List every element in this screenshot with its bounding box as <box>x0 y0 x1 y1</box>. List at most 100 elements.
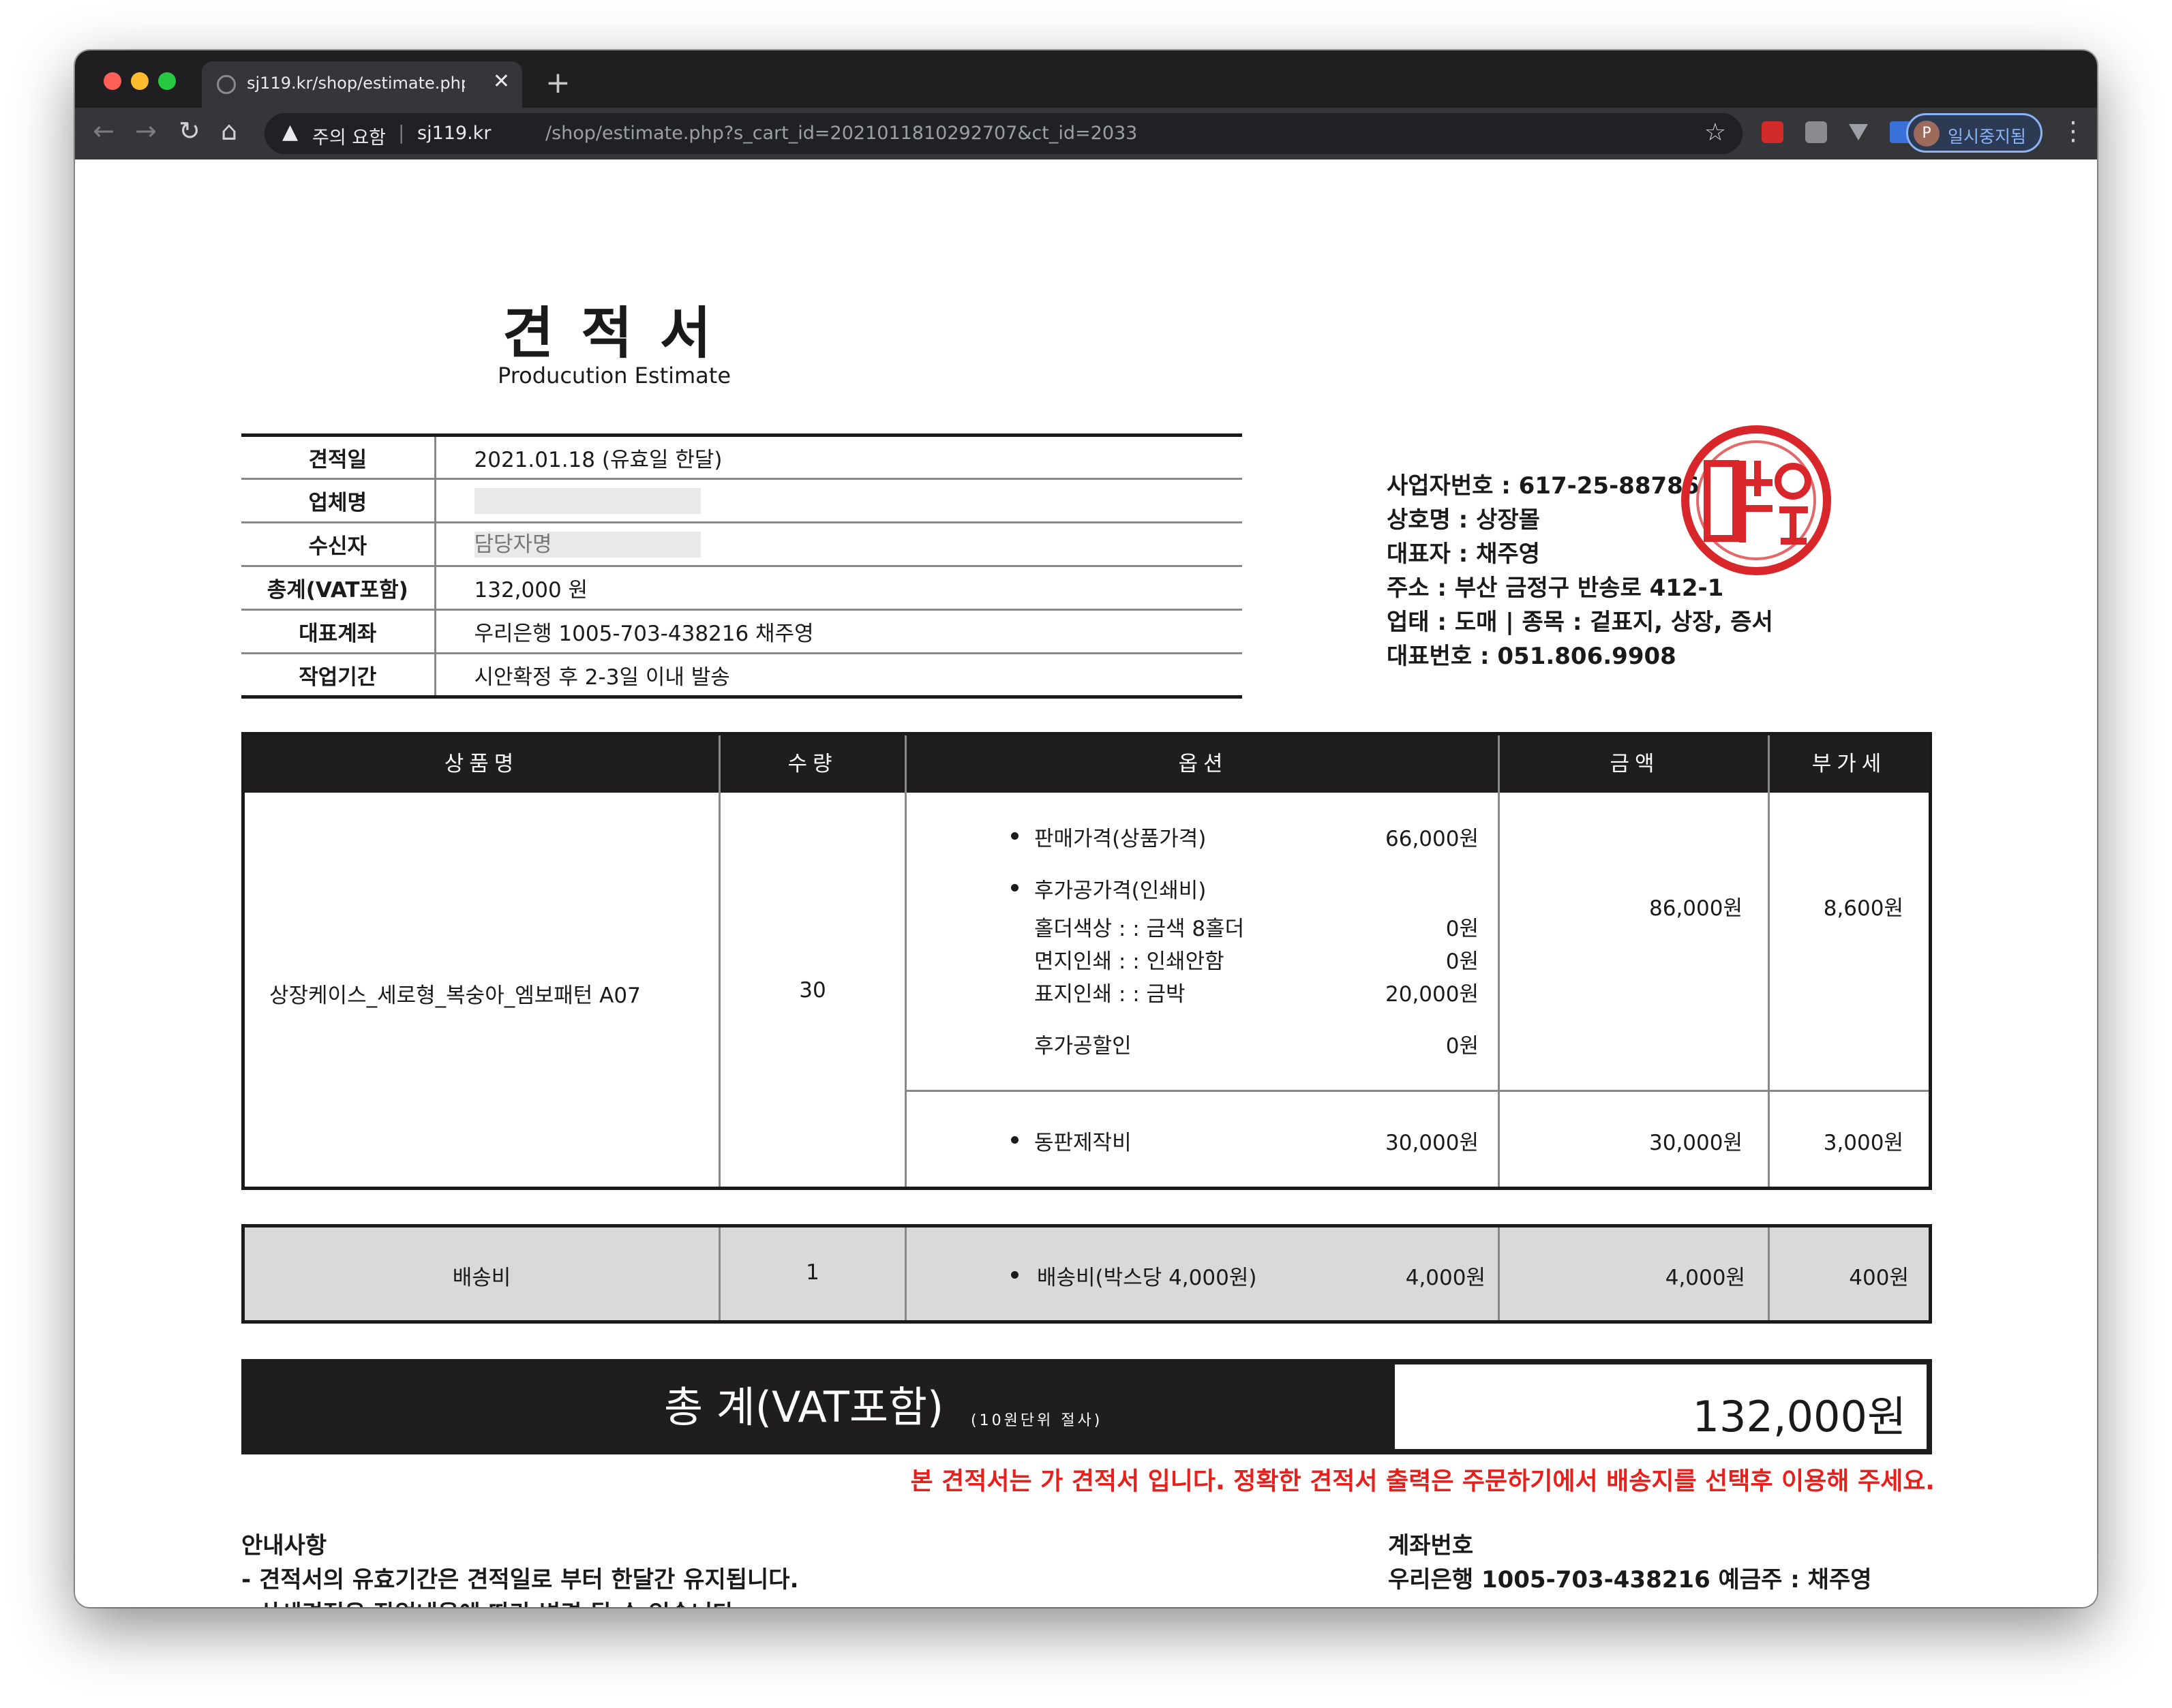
bullet-icon <box>1011 1136 1019 1144</box>
shipping-amount: 4,000원 <box>1665 1266 1745 1290</box>
product-name: 상장케이스_세로형_복숭아_엠보패턴 A07 <box>269 983 641 1008</box>
info-label: 견적일 <box>241 435 436 480</box>
guide-title: 안내사항 <box>241 1532 327 1559</box>
tab-strip: sj119.kr/shop/estimate.php?s_c ✕ + <box>75 50 2097 108</box>
business-type: 업태 : 도매 | 종목 : 겉표지, 상장, 증서 <box>1387 609 1773 636</box>
page-subtitle: Producution Estimate <box>497 363 731 388</box>
main-vat: 8,600원 <box>1823 896 1903 921</box>
info-label: 총계(VAT포함) <box>241 566 436 611</box>
shipping-vat: 400원 <box>1849 1266 1909 1290</box>
bullet-icon <box>1011 832 1019 840</box>
shipping-option-label: 배송비(박스당 4,000원) <box>1037 1266 1257 1290</box>
zoom-window-button[interactable] <box>158 72 176 90</box>
bookmark-star-icon[interactable]: ☆ <box>1704 119 1726 147</box>
info-label: 작업기간 <box>241 653 436 697</box>
kebab-menu-icon[interactable]: ⋮ <box>2060 116 2086 146</box>
main-amount: 86,000원 <box>1649 896 1743 921</box>
shipping-option-price: 4,000원 <box>1405 1266 1485 1290</box>
plate-vat: 3,000원 <box>1823 1131 1903 1155</box>
close-tab-icon[interactable]: ✕ <box>493 70 510 93</box>
header-vat: 부가세 <box>1811 752 1887 776</box>
profile-status-label: 일시중지됨 <box>1948 127 2027 147</box>
table-row: 업체명 <box>241 478 1242 523</box>
total-label: 총 계(VAT포함) <box>664 1382 944 1432</box>
shipping-label: 배송비 <box>452 1266 511 1290</box>
new-tab-button[interactable]: + <box>545 65 571 100</box>
option-sale-price: 66,000원 <box>1385 827 1479 851</box>
shipping-row: 배송비 1 배송비(박스당 4,000원) 4,000원 4,000원 400원 <box>241 1224 1932 1324</box>
info-value: 우리은행 1005-703-438216 채주영 <box>435 609 1242 654</box>
estimate-info-table: 견적일 2021.01.18 (유효일 한달) 업체명 수신자 담당자명 총계(… <box>241 433 1242 699</box>
back-arrow-icon[interactable]: ← <box>93 116 115 146</box>
info-label: 수신자 <box>241 522 436 567</box>
browser-window: sj119.kr/shop/estimate.php?s_c ✕ + ← → ↻… <box>75 50 2097 1607</box>
option-sale-price-label: 판매가격(상품가격) <box>1034 827 1207 851</box>
items-table-header: 상품명 수량 옵션 금액 부가세 <box>245 735 1929 793</box>
table-row: 총계(VAT포함) 132,000 원 <box>241 566 1242 611</box>
option-sub-label: 표지인쇄 : : 금박 <box>1034 982 1186 1007</box>
estimate-page: 견적서 Producution Estimate 견적일 2021.01.18 … <box>75 159 2097 1607</box>
header-product-name: 상품명 <box>444 752 519 776</box>
security-label[interactable]: 주의 요함 <box>312 123 386 149</box>
warning-icon: ▲ <box>282 120 299 144</box>
total-amount: 132,000원 <box>1692 1392 1906 1442</box>
home-icon[interactable]: ⌂ <box>221 116 237 146</box>
avatar: P <box>1914 121 1940 147</box>
minimize-window-button[interactable] <box>131 72 149 90</box>
column-divider <box>1768 735 1770 1187</box>
address-bar[interactable]: ▲ 주의 요함 | sj119.kr /shop/estimate.php?s_… <box>265 113 1743 154</box>
media-extension-icon[interactable] <box>1762 121 1783 143</box>
camera-extension-icon[interactable] <box>1805 121 1827 143</box>
bullet-icon <box>1011 884 1019 891</box>
phone-number: 대표번호 : 051.806.9908 <box>1387 643 1676 670</box>
header-amount: 금액 <box>1610 752 1660 776</box>
recipient-value: 담당자명 <box>474 531 701 558</box>
option-discount-label: 후가공할인 <box>1034 1034 1132 1058</box>
total-note: (10원단위 절사) <box>971 1412 1103 1429</box>
company-name-value <box>474 487 701 514</box>
row-divider <box>907 1090 1929 1092</box>
table-row: 수신자 담당자명 <box>241 522 1242 567</box>
total-amount-box: 132,000원 <box>1392 1362 1929 1452</box>
profile-button[interactable]: P 일시중지됨 <box>1906 113 2042 153</box>
header-quantity: 수량 <box>787 752 838 776</box>
column-divider <box>1498 735 1500 1187</box>
tab-title: sj119.kr/shop/estimate.php?s_c <box>247 74 465 93</box>
browser-toolbar: ← → ↻ ⌂ ▲ 주의 요함 | sj119.kr /shop/estimat… <box>75 108 2097 159</box>
option-sub-price: 20,000원 <box>1385 982 1479 1007</box>
url-host: sj119.kr <box>417 123 492 144</box>
account-title: 계좌번호 <box>1388 1532 1474 1559</box>
info-value-cell: 담당자명 <box>435 522 1242 567</box>
header-options: 옵션 <box>1178 752 1228 776</box>
column-divider <box>719 735 721 1187</box>
browser-tab[interactable]: sj119.kr/shop/estimate.php?s_c ✕ <box>202 61 522 108</box>
option-sub-price: 0원 <box>1445 917 1479 941</box>
info-value: 132,000 원 <box>435 566 1242 611</box>
grand-total-bar: 총 계(VAT포함) (10원단위 절사) 132,000원 <box>241 1359 1932 1454</box>
option-post-process-label: 후가공가격(인쇄비) <box>1034 879 1207 903</box>
guide-line: - 견적서의 유효기간은 견적일로 부터 한달간 유지됩니다. <box>241 1566 799 1593</box>
info-value: 시안확정 후 2-3일 이내 발송 <box>474 665 730 690</box>
info-value-cell <box>435 478 1242 523</box>
info-value: 2021.01.18 (유효일 한달) <box>435 435 1242 480</box>
vue-extension-icon[interactable] <box>1847 121 1869 143</box>
plate-amount: 30,000원 <box>1649 1131 1743 1155</box>
info-label: 업체명 <box>241 478 436 523</box>
forward-arrow-icon[interactable]: → <box>135 116 157 146</box>
option-sub-price: 0원 <box>1445 949 1479 974</box>
info-label: 대표계좌 <box>241 609 436 654</box>
table-row: 견적일 2021.01.18 (유효일 한달) <box>241 435 1242 480</box>
items-table: 상품명 수량 옵션 금액 부가세 상장케이스_세로형_복숭아_엠보패턴 A07 … <box>241 732 1932 1190</box>
page-title: 견적서 <box>502 301 739 366</box>
company-seal-stamp <box>1677 421 1835 579</box>
option-discount: 0원 <box>1445 1034 1479 1058</box>
plate-label: 동판제작비 <box>1034 1131 1132 1155</box>
table-row: 작업기간 시안확정 후 2-3일 이내 발송 <box>241 653 1242 697</box>
option-sub-label: 면지인쇄 : : 인쇄안함 <box>1034 949 1224 974</box>
globe-icon <box>217 75 236 94</box>
guide-line: - 상세견적은 작업내용에 따라 변경 될 수 있습니다. <box>241 1595 742 1607</box>
url-path: /shop/estimate.php?s_cart_id=20210118102… <box>545 123 1138 144</box>
product-quantity: 30 <box>799 978 826 1003</box>
reload-icon[interactable]: ↻ <box>179 116 200 146</box>
close-window-button[interactable] <box>104 72 121 90</box>
